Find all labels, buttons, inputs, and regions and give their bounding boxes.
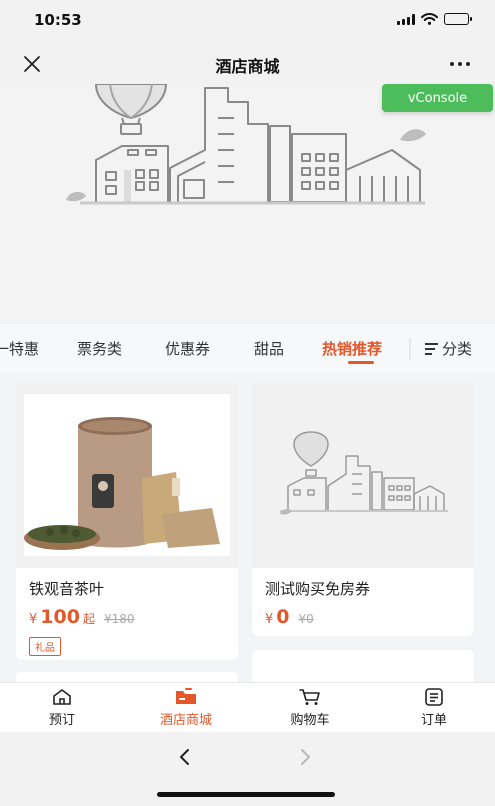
tab-cart-label: 购物车	[290, 713, 330, 728]
tab-special-offer[interactable]: 一特惠	[0, 338, 39, 359]
tab-coupons[interactable]: 优惠券	[165, 338, 210, 359]
product-image	[252, 382, 474, 568]
chevron-left-icon	[180, 749, 189, 765]
tab-tickets[interactable]: 票务类	[77, 338, 122, 359]
tab-hotel-store[interactable]: 酒店商城	[124, 683, 248, 733]
product-name: 铁观音茶叶	[29, 580, 105, 598]
tab-orders-label: 订单	[420, 713, 447, 728]
bottom-tab-bar: 预订 酒店商城 购物车 订单	[0, 682, 495, 732]
product-price: ¥ 100 起 ¥180	[29, 606, 135, 628]
currency-symbol: ¥	[265, 612, 274, 627]
currency-symbol: ¥	[29, 612, 38, 627]
price-suffix: 起	[82, 612, 95, 626]
product-price: ¥ 0 ¥0	[265, 606, 314, 628]
city-illustration	[66, 84, 426, 205]
product-image	[16, 382, 238, 568]
order-icon	[425, 688, 443, 706]
price-value: 0	[276, 606, 290, 628]
vconsole-button[interactable]: vConsole	[382, 84, 493, 112]
product-name: 测试购买免房券	[265, 580, 371, 598]
page-title: 酒店商城	[215, 57, 280, 76]
product-card[interactable]: 测试购买免房券 ¥ 0 ¥0	[252, 382, 474, 636]
home-indicator	[157, 792, 335, 797]
home-icon	[53, 689, 71, 705]
placeholder-city-image	[280, 431, 448, 515]
product-card[interactable]: 铁观音茶叶 ¥ 100 起 ¥180 礼品	[16, 382, 238, 660]
active-tab-indicator	[348, 361, 374, 364]
banner[interactable]	[0, 84, 495, 324]
tab-desserts[interactable]: 甜品	[254, 338, 284, 359]
tab-booking-label: 预订	[48, 713, 75, 728]
category-button[interactable]: 分类	[425, 338, 472, 359]
tab-cart[interactable]: 购物车	[248, 683, 372, 733]
category-label: 分类	[442, 340, 473, 358]
price-value: 100	[40, 606, 80, 628]
more-dot-icon	[458, 62, 462, 66]
product-card[interactable]	[16, 672, 238, 682]
browser-toolbar	[0, 732, 495, 806]
nav-bar: 酒店商城	[0, 44, 495, 84]
more-dot-icon	[466, 62, 470, 66]
tab-booking[interactable]: 预订	[0, 683, 124, 733]
original-price: ¥0	[298, 612, 314, 626]
status-bar: 10:53	[0, 0, 495, 44]
more-dot-icon	[450, 62, 454, 66]
more-button[interactable]	[445, 50, 475, 78]
chevron-right-icon	[301, 749, 310, 765]
tab-hot-recommend[interactable]: 热销推荐	[322, 338, 382, 359]
store-icon	[176, 688, 196, 704]
category-tabs: 一特惠 票务类 优惠券 甜品 热销推荐 分类	[0, 324, 495, 372]
tab-divider	[409, 338, 411, 360]
status-icons	[397, 13, 472, 25]
product-card[interactable]	[252, 650, 474, 682]
original-price: ¥180	[103, 612, 135, 626]
product-tag: 礼品	[29, 637, 61, 656]
sort-icon	[425, 342, 438, 355]
tab-hotel-store-label: 酒店商城	[159, 713, 212, 728]
product-grid: 铁观音茶叶 ¥ 100 起 ¥180 礼品 测试购买免房券 ¥ 0 ¥0	[0, 372, 495, 682]
status-time: 10:53	[34, 11, 82, 29]
forward-button[interactable]	[290, 742, 320, 772]
back-button[interactable]	[170, 742, 200, 772]
signal-icon	[397, 13, 415, 25]
cart-icon	[299, 689, 320, 705]
tab-orders[interactable]: 订单	[372, 683, 495, 733]
battery-icon	[444, 13, 472, 25]
wifi-icon	[421, 13, 438, 25]
tea-canister-image	[24, 394, 230, 556]
